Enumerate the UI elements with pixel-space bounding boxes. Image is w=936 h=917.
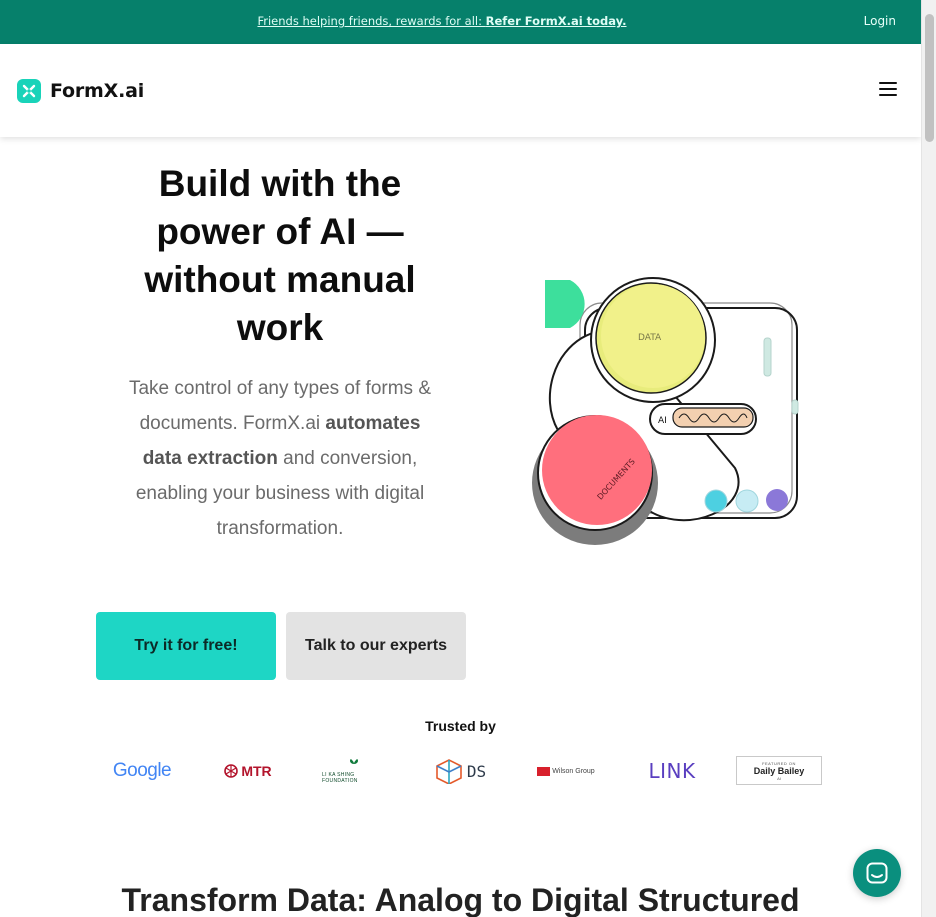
site-header: FormX.ai — [0, 44, 921, 137]
hero-description: Take control of any types of forms & doc… — [120, 371, 440, 546]
chat-launcher-button[interactable] — [853, 849, 901, 897]
green-shape — [545, 280, 585, 328]
promo-link-text[interactable]: Refer FormX.ai today. — [486, 14, 627, 28]
referral-promo-link[interactable]: Friends helping friends, rewards for all… — [0, 14, 884, 28]
wilson-group-text: Wilson Group — [552, 767, 595, 775]
ai-label: AI — [658, 416, 667, 426]
daily-bailey-badge[interactable]: FEATURED ON Daily Bailey AI — [736, 756, 822, 785]
scrollbar-thumb[interactable] — [925, 14, 934, 142]
page-scrollbar[interactable] — [921, 0, 936, 917]
daily-bailey-text: Daily Bailey — [753, 765, 805, 776]
try-free-button[interactable]: Try it for free! — [96, 612, 276, 680]
link-logo-text: LINK — [648, 759, 696, 783]
hero-illustration: DATA DOCUMENTS AI — [525, 268, 805, 553]
google-logo-text: Google — [112, 760, 172, 781]
mtr-logo-text: MTR — [241, 763, 272, 779]
announcement-bar: Friends helping friends, rewards for all… — [0, 0, 921, 44]
trusted-by-heading: Trusted by — [425, 718, 496, 734]
daily-bailey-sub: AI — [777, 775, 781, 781]
talk-to-experts-button[interactable]: Talk to our experts — [286, 612, 466, 680]
brand-name: FormX.ai — [50, 80, 145, 102]
ds-logo-text: DS — [466, 761, 487, 781]
li-ka-shing-foundation-logo: LI KA SHING FOUNDATION — [322, 752, 386, 790]
hero-title: Build with the power of AI — without man… — [144, 163, 416, 348]
page: Friends helping friends, rewards for all… — [0, 0, 921, 917]
data-label: DATA — [638, 333, 662, 343]
client-logos: Google MTR LI KA SHING FOUNDATION DS Wil… — [90, 752, 836, 790]
section-title: Transform Data: Analog to Digital Struct… — [121, 882, 800, 917]
li-ka-shing-text: LI KA SHING FOUNDATION — [322, 772, 358, 784]
hamburger-icon[interactable] — [879, 82, 897, 98]
wilson-group-logo: Wilson Group — [534, 752, 598, 790]
login-link[interactable]: Login — [864, 14, 896, 28]
ds-logo: DS — [428, 752, 492, 790]
formx-logo-icon — [17, 79, 41, 103]
chat-icon — [866, 862, 888, 884]
brand-logo[interactable]: FormX.ai — [17, 79, 144, 103]
promo-text[interactable]: Friends helping friends, rewards for all… — [257, 14, 485, 28]
google-logo: Google — [110, 752, 174, 790]
mtr-logo: MTR — [218, 752, 278, 790]
link-logo: LINK — [640, 752, 704, 790]
